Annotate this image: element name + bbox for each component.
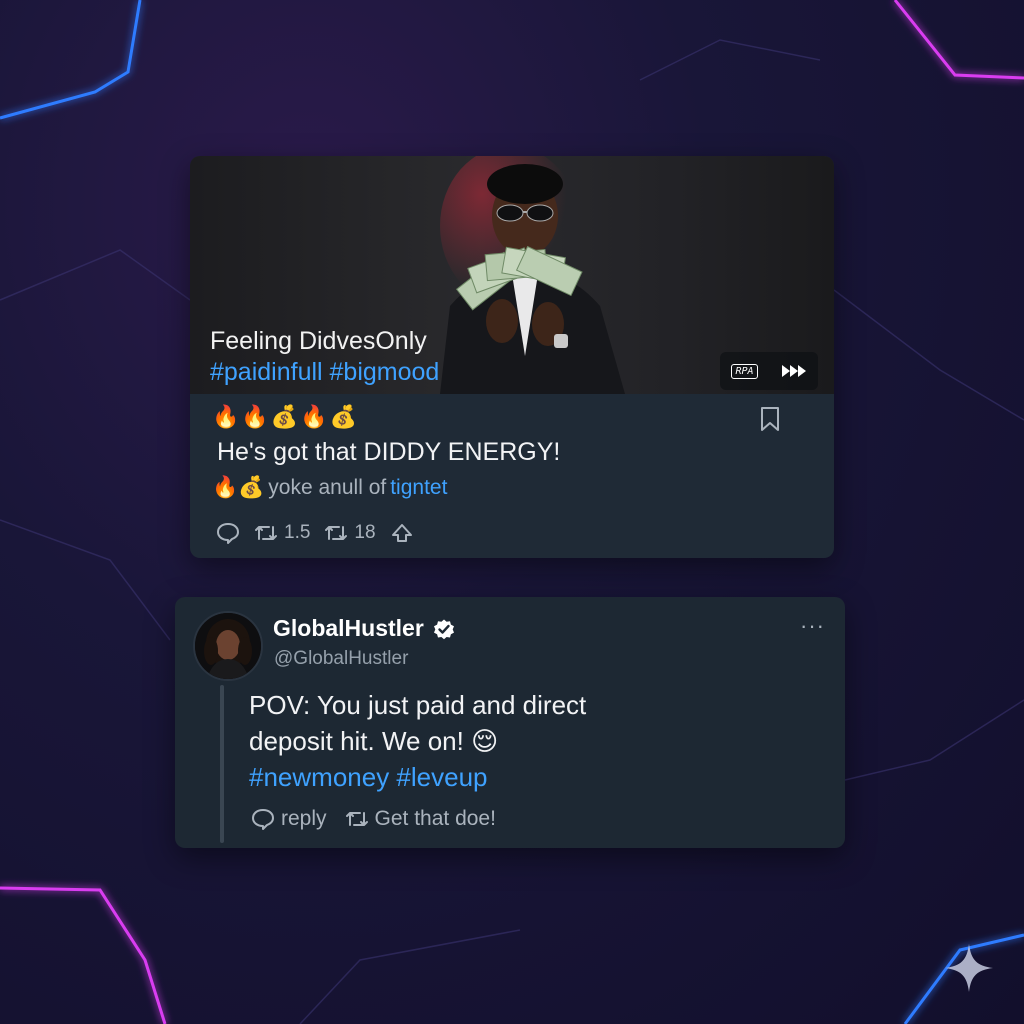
quote-retweet-icon: [325, 526, 348, 540]
retweet-action[interactable]: 1.5: [254, 522, 310, 544]
more-options-icon[interactable]: ···: [800, 613, 825, 639]
retweet-label: Get that doe!: [374, 807, 496, 830]
fast-forward-icon[interactable]: [781, 364, 807, 378]
post-media[interactable]: Feeling DidvesOnly #paidinfull #bigmood …: [190, 156, 834, 394]
post-text-line1: POV: You just paid and direct: [249, 690, 587, 720]
post-body: 🔥🔥💰🔥💰 He's got that DIDDY ENERGY! 🔥💰 yok…: [190, 394, 834, 558]
media-caption: Feeling DidvesOnly #paidinfull #bigmood: [210, 326, 439, 388]
media-post-card: Feeling DidvesOnly #paidinfull #bigmood …: [190, 156, 834, 558]
post-subline: 🔥💰 yoke anull of tigntet: [212, 476, 447, 500]
rpa-button[interactable]: RPA: [731, 363, 758, 379]
text-post-card: GlobalHustler @GlobalHustler ··· POV: Yo…: [175, 597, 845, 848]
avatar[interactable]: [193, 611, 263, 681]
media-caption-title: Feeling DidvesOnly: [210, 327, 427, 355]
user-handle[interactable]: @GlobalHustler: [274, 648, 408, 670]
retweet-icon: [255, 526, 277, 540]
verified-badge-icon: [433, 619, 454, 639]
retweet-count: 1.5: [284, 522, 311, 543]
post-actions: 1.5 18: [216, 522, 414, 544]
thread-line: [220, 685, 224, 843]
quote-action[interactable]: 18: [324, 522, 376, 544]
post-hashtags[interactable]: #newmoney #leveup: [249, 759, 586, 795]
reply-action[interactable]: [216, 522, 240, 544]
emoji-row: 🔥🔥💰🔥💰: [212, 404, 359, 429]
reply-action[interactable]: reply: [251, 807, 327, 831]
post-text-line2: deposit hit. We on! 😌: [249, 726, 499, 756]
reply-label: reply: [281, 807, 327, 830]
sparkle-icon: [945, 944, 993, 992]
reply-icon: [217, 523, 239, 544]
man-holding-cash-image: [440, 156, 625, 394]
subline-emoji: 🔥💰: [212, 476, 265, 499]
retweet-icon: [345, 812, 368, 826]
post-headline: He's got that DIDDY ENERGY!: [217, 438, 561, 466]
avatar-image: [195, 613, 261, 679]
bookmark-icon[interactable]: [758, 406, 782, 432]
post-text: POV: You just paid and direct deposit hi…: [249, 687, 586, 795]
share-action[interactable]: [390, 522, 414, 544]
media-controls: RPA: [720, 352, 818, 390]
reply-icon: [252, 809, 274, 830]
subline-text: yoke anull of: [268, 476, 387, 499]
share-icon: [391, 524, 412, 542]
display-name-text: GlobalHustler: [273, 615, 424, 641]
quote-count: 18: [354, 522, 376, 543]
post-actions: reply Get that doe!: [251, 807, 496, 831]
retweet-action[interactable]: Get that doe!: [345, 807, 496, 831]
subline-link[interactable]: tigntet: [390, 476, 447, 500]
media-caption-hashtags[interactable]: #paidinfull #bigmood: [210, 357, 439, 388]
display-name[interactable]: GlobalHustler: [273, 615, 456, 642]
